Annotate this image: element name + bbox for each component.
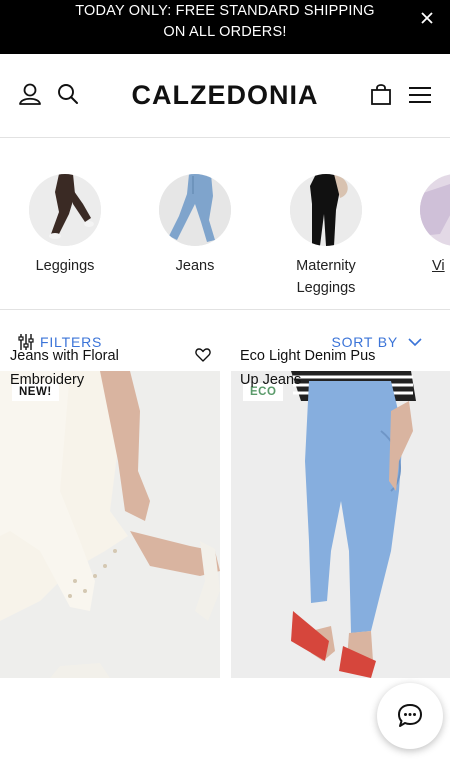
product-name-line2: Embroidery <box>10 372 85 388</box>
product-name-line1: Eco Light Denim Pus <box>240 348 376 364</box>
chat-bubble-icon <box>398 704 422 727</box>
promo-text-line1: TODAY ONLY: FREE STANDARD SHIPPING <box>75 3 375 19</box>
category-maternity-image <box>290 174 362 246</box>
category-label-line2: Leggings <box>296 280 356 296</box>
product-name[interactable]: Jeans with Floral Embroidery <box>10 344 190 392</box>
category-partial[interactable]: Vi <box>402 174 450 277</box>
search-icon[interactable] <box>55 82 81 108</box>
chat-button[interactable] <box>377 683 443 749</box>
hamburger-menu-icon[interactable] <box>407 82 433 108</box>
category-label-line1: Maternity <box>296 258 356 274</box>
category-carousel: Leggings Jeans Maternity Leggings Vi <box>0 138 450 310</box>
chevron-down-icon <box>408 337 422 346</box>
category-jeans-image <box>159 174 231 246</box>
shopping-bag-icon[interactable] <box>368 82 394 108</box>
heart-icon[interactable] <box>195 347 211 363</box>
product-image[interactable]: NEW! <box>0 371 220 678</box>
category-leggings[interactable]: Leggings <box>10 174 120 277</box>
category-maternity-leggings[interactable]: Maternity Leggings <box>271 174 381 299</box>
promo-banner: TODAY ONLY: FREE STANDARD SHIPPING ON AL… <box>0 0 450 54</box>
product-name-line1: Jeans with Floral <box>10 348 119 364</box>
category-label: Jeans <box>175 258 215 274</box>
category-label: Maternity Leggings <box>271 255 381 299</box>
promo-text-line2: ON ALL ORDERS! <box>163 24 287 40</box>
product-name[interactable]: Eco Light Denim Pus Up Jeans <box>240 344 390 392</box>
user-icon[interactable] <box>17 82 43 108</box>
product-image[interactable]: ECO <box>231 371 450 678</box>
category-leggings-image <box>29 174 101 246</box>
category-jeans[interactable]: Jeans <box>140 174 250 277</box>
category-label: Leggings <box>35 258 95 274</box>
product-card[interactable]: NEW! <box>0 371 220 678</box>
category-partial-image <box>420 174 450 246</box>
product-name-line2: Up Jeans <box>240 372 302 388</box>
category-label: Vi <box>432 258 445 274</box>
product-card[interactable]: ECO <box>231 371 450 678</box>
site-header: CALZEDONIA <box>0 54 450 138</box>
close-icon[interactable] <box>419 10 435 26</box>
